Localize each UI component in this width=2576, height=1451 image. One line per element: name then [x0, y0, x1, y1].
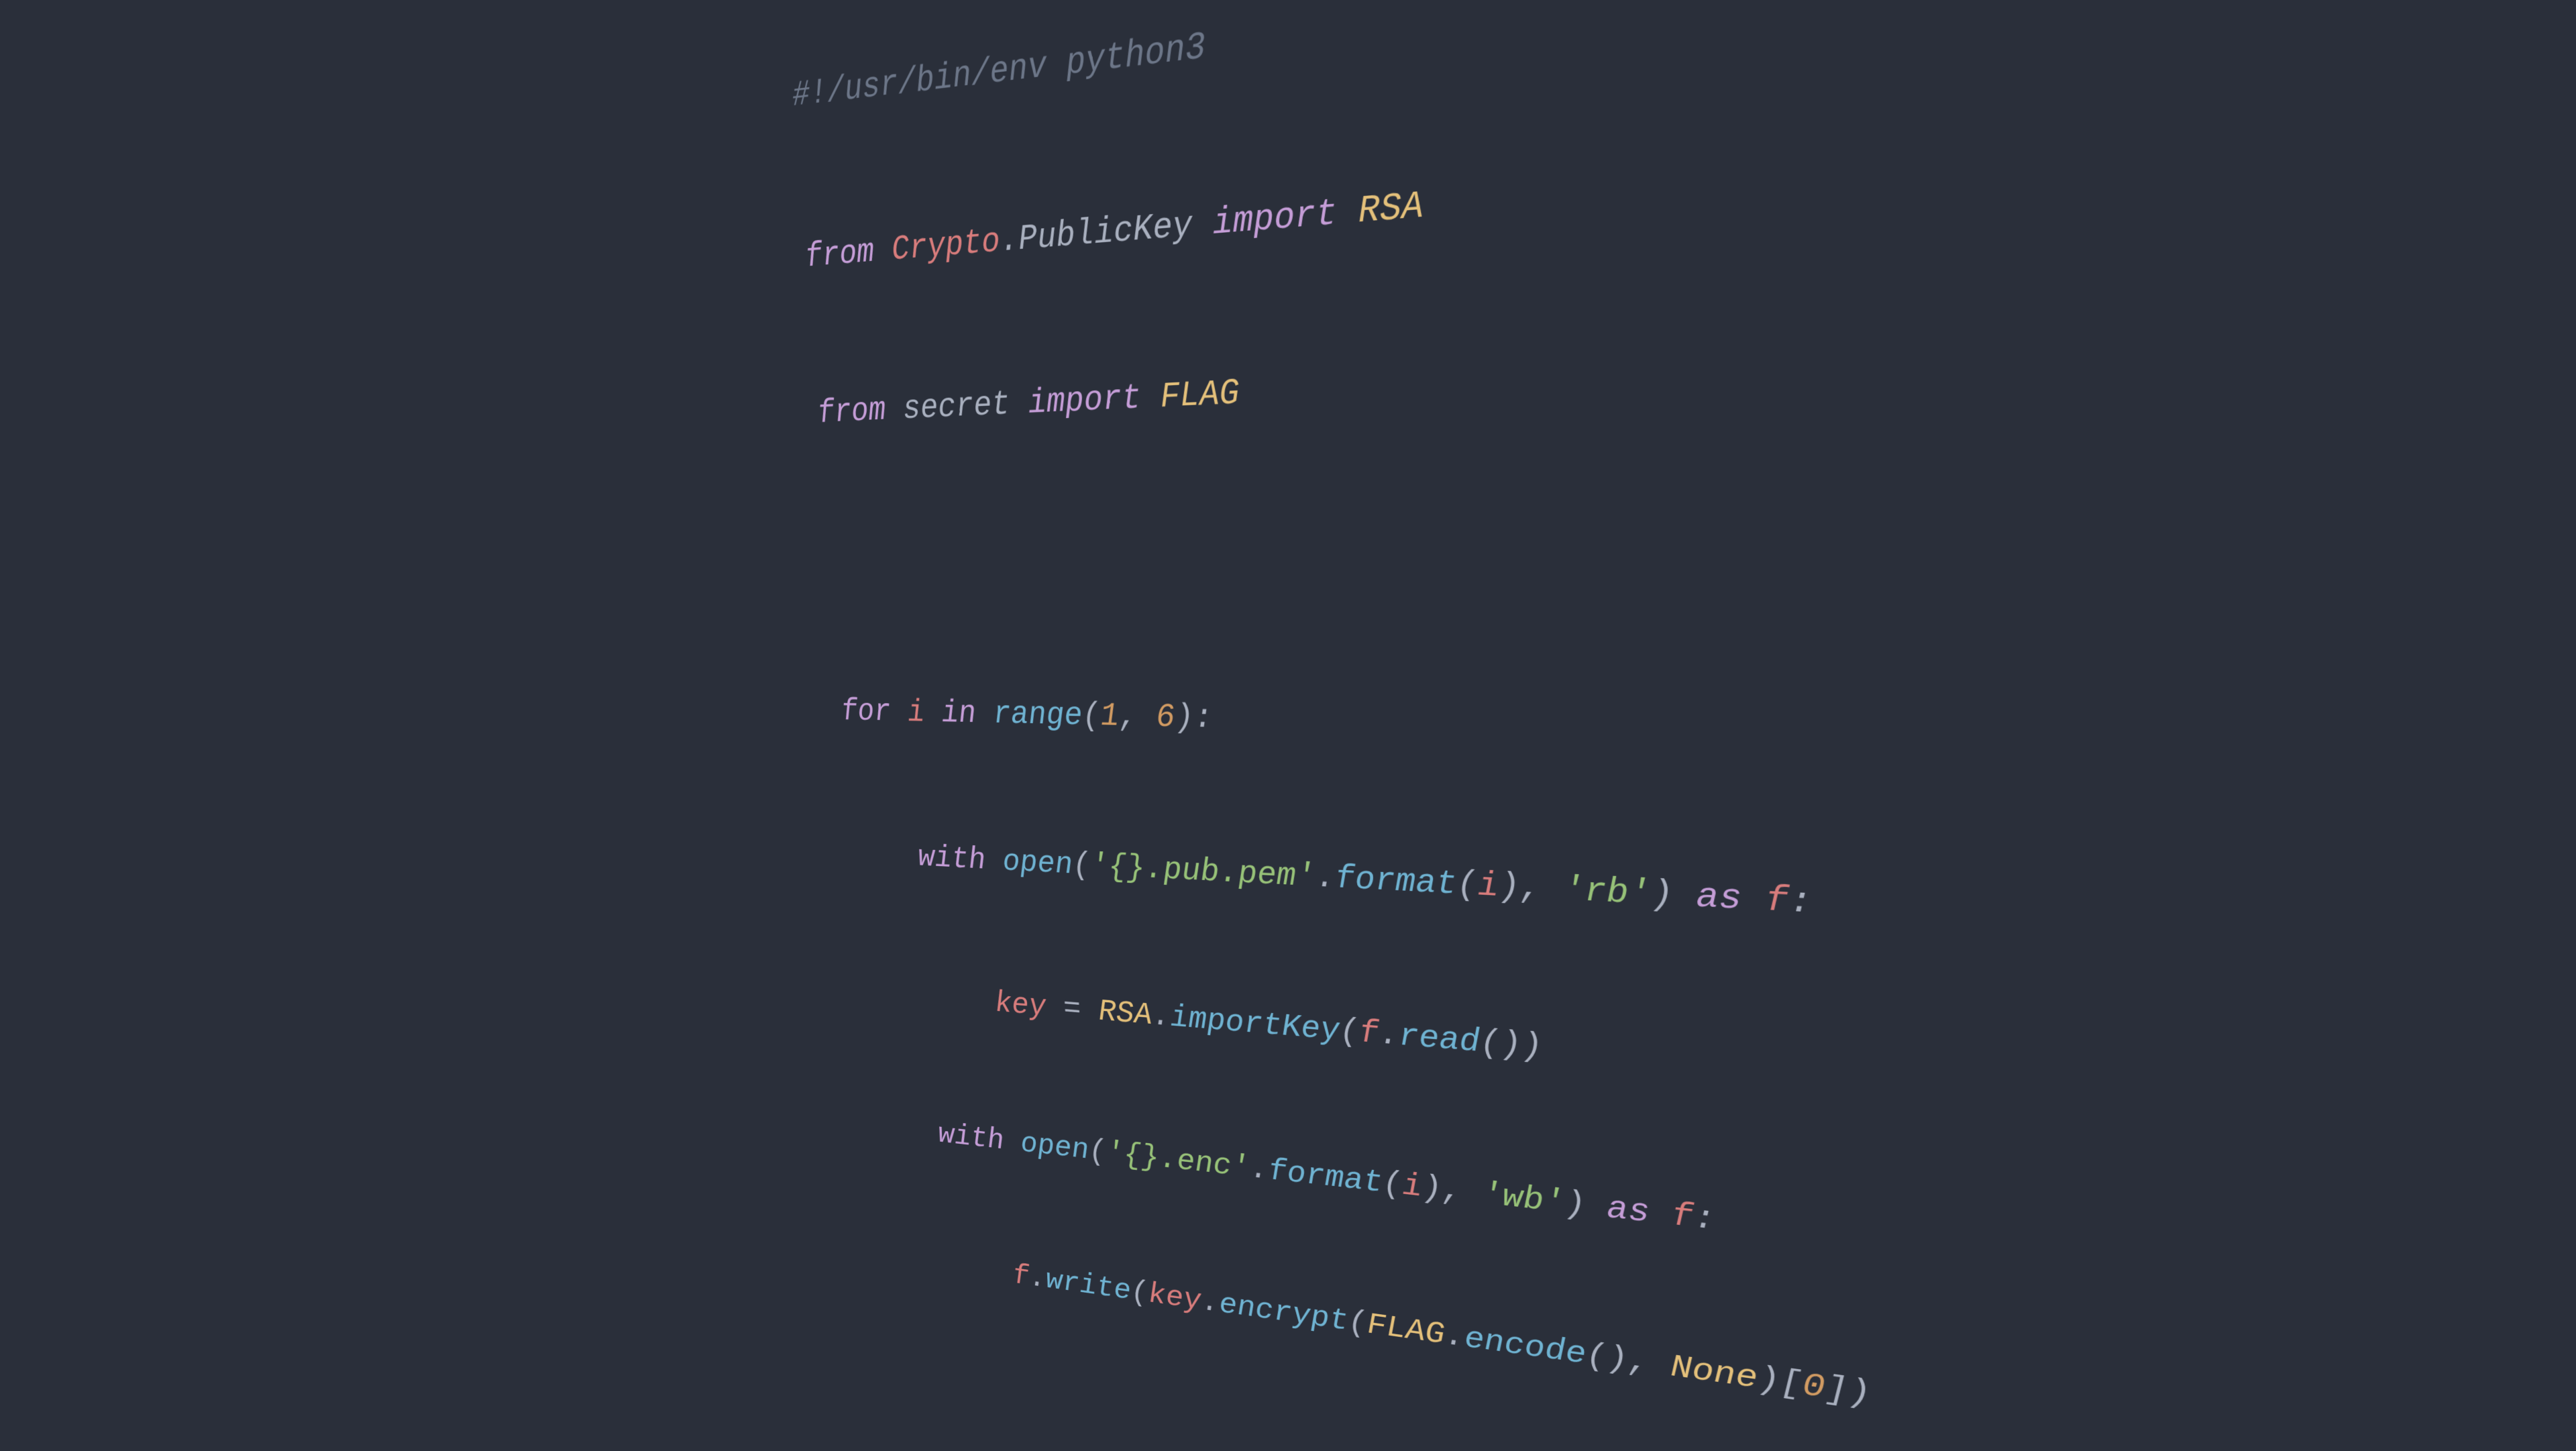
keyword-in: in: [923, 695, 994, 733]
func-open: open: [1002, 844, 1074, 883]
paren: ): [1564, 1185, 1586, 1224]
keyword-with: with: [917, 840, 1004, 879]
paren: ): [1847, 1373, 1872, 1414]
string: '{}.pub.pem': [1089, 848, 1316, 896]
indent: [873, 1110, 939, 1150]
paren: ): [1174, 699, 1195, 737]
number: 6: [1155, 698, 1176, 737]
keyword-from: from: [804, 230, 893, 276]
func-open: open: [1020, 1126, 1090, 1167]
identifier-f: f: [1671, 1196, 1693, 1236]
module-publickey: .PublicKey: [999, 204, 1193, 261]
bracket: [: [1780, 1364, 1803, 1404]
keyword-import: import: [1191, 190, 1358, 246]
dot: .: [1444, 1318, 1464, 1356]
shebang-comment: #!/usr/bin/env python3: [791, 25, 1206, 117]
code-line-4: [828, 520, 1896, 590]
paren: (: [1088, 1134, 1108, 1169]
code-line-2: from Crypto.PublicKey import RSA: [803, 134, 1906, 284]
indent: [851, 837, 920, 874]
paren: (: [1348, 1305, 1368, 1342]
keyword-as: as: [1586, 1187, 1672, 1234]
func-format: format: [1335, 859, 1458, 904]
identifier-flag: FLAG: [1366, 1307, 1445, 1353]
comma: ,: [1519, 868, 1562, 910]
comma: ,: [1442, 1171, 1483, 1212]
func-encrypt: encrypt: [1218, 1287, 1348, 1340]
identifier-key: key: [1148, 1277, 1202, 1318]
identifier-f: f: [1012, 1259, 1030, 1294]
colon: :: [1788, 881, 1813, 923]
indent: [883, 1242, 1014, 1291]
identifier-flag: FLAG: [1159, 373, 1240, 417]
func-write: write: [1045, 1264, 1132, 1309]
colon: :: [1693, 1199, 1715, 1239]
paren: ): [1421, 1169, 1442, 1207]
func-encode: encode: [1464, 1321, 1587, 1373]
bracket: ]: [1825, 1370, 1848, 1411]
code-line-9: f.write(key.encrypt(FLAG.encode(), None)…: [883, 1236, 1872, 1421]
module-secret: secret: [902, 384, 1011, 428]
paren: (: [1130, 1275, 1149, 1311]
dot: .: [1151, 998, 1171, 1035]
keyword-from: from: [816, 390, 904, 431]
dot: .: [1249, 1151, 1269, 1188]
dot: .: [1201, 1285, 1220, 1321]
code-line-7: key = RSA.importKey(f.read()): [862, 970, 1881, 1104]
identifier-i: i: [1477, 866, 1499, 906]
identifier-key: key: [994, 985, 1047, 1024]
number: 0: [1802, 1367, 1825, 1407]
identifier-i: i: [1402, 1167, 1423, 1205]
code-line-8: with open('{}.enc'.format(i), 'wb') as f…: [873, 1105, 1876, 1265]
paren: (: [1339, 1012, 1360, 1051]
number: 1: [1099, 698, 1120, 735]
paren: ): [1499, 867, 1520, 908]
code-line-5: for i in range(1, 6):: [839, 688, 1890, 761]
paren: (: [1072, 847, 1092, 884]
string: 'wb': [1482, 1176, 1564, 1222]
dot: .: [1028, 1261, 1047, 1296]
string: '{}.enc': [1106, 1136, 1250, 1186]
string: 'rb': [1563, 870, 1651, 914]
code-line-6: with open('{}.pub.pem'.format(i), 'rb') …: [851, 830, 1885, 935]
keyword-for: for: [840, 694, 909, 731]
code-line-3: from secret import FLAG: [816, 331, 1901, 439]
identifier-f: f: [1358, 1014, 1379, 1053]
comma: ,: [1118, 698, 1157, 736]
identifier-i: i: [906, 694, 926, 731]
code-line-1: #!/usr/bin/env python3: [790, 0, 1912, 124]
paren: (): [1480, 1024, 1522, 1065]
class-rsa: RSA: [1358, 184, 1424, 233]
paren: ): [1521, 1027, 1543, 1067]
paren: ): [1758, 1360, 1780, 1401]
operator: =: [1045, 989, 1099, 1028]
constant-none: None: [1670, 1349, 1758, 1398]
func-read: read: [1399, 1017, 1481, 1061]
func-range: range: [992, 696, 1083, 734]
identifier-f: f: [1765, 879, 1789, 922]
func-format: format: [1268, 1153, 1383, 1201]
module-crypto: Crypto: [890, 221, 1001, 270]
dot: .: [1379, 1016, 1399, 1055]
keyword-with: with: [937, 1118, 1022, 1160]
keyword-as: as: [1673, 875, 1766, 921]
paren: ): [1651, 874, 1674, 916]
paren: (: [1456, 865, 1478, 905]
code-block: #!/usr/bin/env python3 from Crypto.Publi…: [782, 0, 1916, 1451]
dot: .: [1315, 859, 1336, 898]
func-importkey: importKey: [1169, 1000, 1340, 1049]
keyword-import: import: [1009, 377, 1161, 424]
class-rsa: RSA: [1097, 993, 1153, 1033]
paren: (): [1586, 1338, 1628, 1379]
comma: ,: [1628, 1343, 1671, 1385]
paren: (: [1382, 1165, 1402, 1203]
colon: :: [1193, 699, 1214, 737]
indent: [862, 975, 996, 1020]
paren: (: [1081, 698, 1102, 735]
